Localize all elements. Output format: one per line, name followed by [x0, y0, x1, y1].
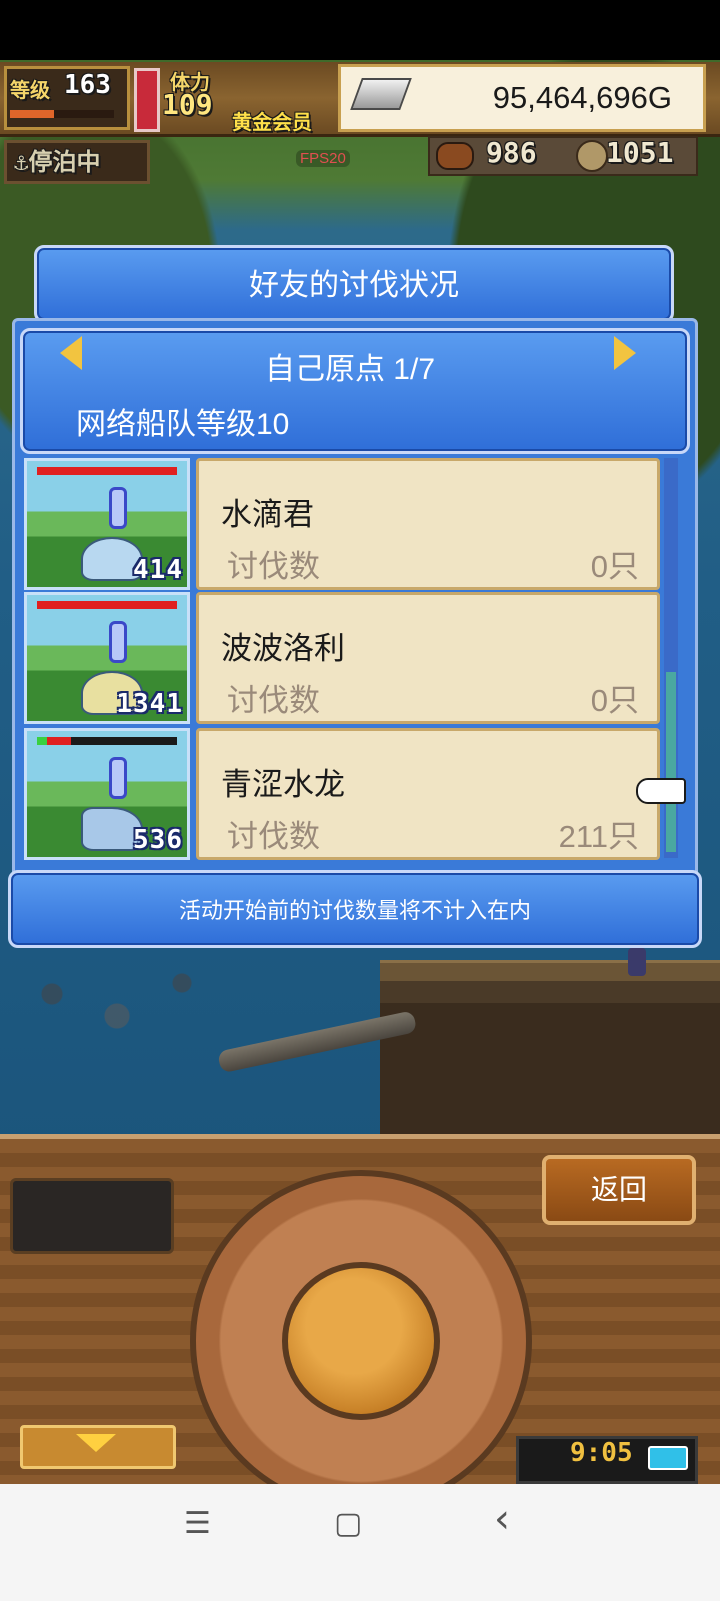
rocks-decoration	[0, 950, 260, 1060]
food-icon	[436, 142, 474, 170]
dialog-title: 好友的讨伐状况	[249, 269, 459, 302]
dock-status-label: 停泊中	[28, 148, 101, 176]
monster-thumbnail[interactable]: 536	[24, 728, 190, 860]
fps-counter: FPS20	[296, 150, 350, 167]
membership-badge: 黄金会员	[232, 110, 312, 134]
food-value: 986	[486, 136, 537, 169]
defeat-count-label: 讨伐数	[227, 819, 320, 854]
dock-status: ⚓停泊中	[14, 142, 100, 177]
hp-bar-green	[37, 737, 47, 745]
pointing-hand-icon	[636, 778, 686, 804]
exp-bar-fill	[10, 110, 54, 118]
list-item[interactable]: 青涩水龙 讨伐数 211只	[196, 728, 660, 860]
anchor-icon: ⚓	[14, 148, 29, 176]
system-navbar	[0, 1484, 720, 1601]
menu-icon[interactable]: ☰	[184, 1506, 211, 1541]
alert-mark-icon	[109, 487, 127, 529]
stamina-value: 109	[162, 88, 213, 121]
monster-number: 414	[133, 555, 183, 585]
defeat-count: 0只	[590, 549, 639, 584]
coin-value: 1051	[606, 136, 674, 169]
hp-bar-red	[47, 737, 71, 745]
sailor-character	[628, 948, 646, 976]
ship-deck	[380, 960, 720, 1153]
coin-icon	[576, 140, 608, 172]
alert-mark-icon	[109, 621, 127, 663]
prev-arrow-icon[interactable]	[60, 336, 82, 370]
monster-thumbnail[interactable]: 1341	[24, 592, 190, 724]
defeat-count: 0只	[590, 683, 639, 718]
level-label: 等级	[10, 78, 50, 102]
scrollbar-thumb[interactable]	[666, 672, 676, 852]
monster-name: 水滴君	[221, 497, 314, 532]
down-arrow-icon	[76, 1434, 116, 1452]
stamina-gauge	[134, 68, 160, 132]
back-nav-icon[interactable]: ‹	[494, 1496, 510, 1542]
wheel-center-button[interactable]	[282, 1262, 440, 1420]
defeat-count-label: 讨伐数	[227, 549, 320, 584]
monster-number: 536	[133, 825, 183, 855]
defeat-count: 211只	[558, 819, 639, 854]
hp-bar	[37, 467, 177, 475]
alert-mark-icon	[109, 757, 127, 799]
monster-thumbnail[interactable]: 414	[24, 458, 190, 590]
region-label: 自己原点 1/7	[264, 353, 436, 386]
next-arrow-icon[interactable]	[614, 336, 636, 370]
back-button-label: 返回	[590, 1174, 647, 1205]
empty-slot	[10, 1178, 174, 1254]
home-icon[interactable]: ▢	[334, 1506, 362, 1541]
battery-icon	[648, 1446, 688, 1470]
list-item[interactable]: 波波洛利 讨伐数 0只	[196, 592, 660, 724]
list-item[interactable]: 水滴君 讨伐数 0只	[196, 458, 660, 590]
fleet-level: 网络船队等级10	[76, 408, 290, 441]
clock: 9:05	[570, 1438, 633, 1468]
level-value: 163	[64, 70, 111, 100]
monster-number: 1341	[116, 689, 183, 719]
monster-name: 青涩水龙	[221, 767, 345, 802]
gold-value: 95,464,696G	[492, 80, 672, 115]
note-text: 活动开始前的讨伐数量将不计入在内	[178, 898, 531, 923]
monster-name: 波波洛利	[221, 631, 345, 666]
hp-bar	[37, 601, 177, 609]
defeat-count-label: 讨伐数	[227, 683, 320, 718]
